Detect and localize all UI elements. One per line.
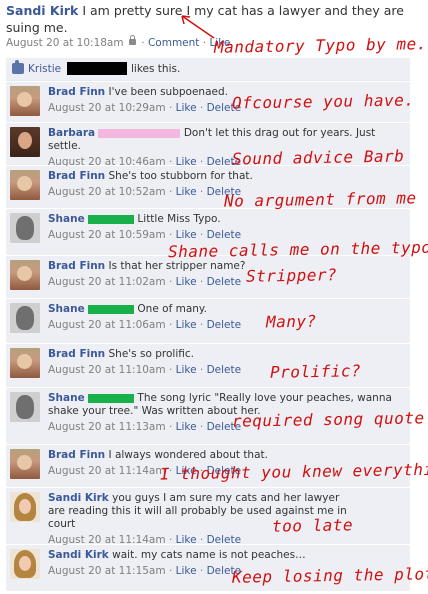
comment-text: Little Miss Typo.: [137, 213, 221, 225]
avatar[interactable]: [10, 127, 40, 157]
comment-timestamp: August 20 at 11:14am: [48, 465, 166, 477]
liker-link[interactable]: Kristie: [28, 63, 61, 75]
annotation-note: required song quote: [231, 408, 425, 431]
comment-text: wait. my cats name is not peaches…: [112, 549, 306, 561]
redaction-bar: [88, 393, 135, 403]
lock-icon: [128, 35, 136, 45]
comment-timestamp: August 20 at 10:52am: [48, 186, 166, 198]
annotation-note: Sound advice Barb: [231, 146, 405, 169]
redaction-bar: [67, 62, 127, 75]
comment-author-link[interactable]: Sandi Kirk: [48, 492, 109, 504]
avatar[interactable]: [10, 348, 40, 378]
likes-bar: Kristie likes this.: [6, 58, 410, 81]
comment-like-link[interactable]: Like: [176, 319, 197, 331]
avatar[interactable]: [10, 260, 40, 290]
annotation-note: Many?: [265, 311, 317, 332]
comment-delete-link[interactable]: Delete: [207, 319, 242, 331]
comment-text: She's too stubborn for that.: [108, 170, 253, 182]
comment-like-link[interactable]: Like: [176, 229, 197, 241]
likes-text: likes this.: [131, 63, 181, 75]
comment-author-link[interactable]: Brad Finn: [48, 348, 105, 360]
comment-item: Brad Finn Is that her stripper name? Aug…: [6, 256, 410, 299]
annotation-note: Keep losing the plot: [231, 564, 428, 587]
comment-timestamp: August 20 at 11:10am: [48, 364, 166, 376]
comment-text: I've been subpoenaed.: [108, 86, 228, 98]
annotation-note: Stripper?: [245, 265, 338, 286]
comment-timestamp: August 20 at 11:13am: [48, 421, 166, 433]
annotation-note: No argument from me: [223, 188, 417, 211]
redaction-bar: [88, 214, 135, 224]
comment-like-link[interactable]: Like: [176, 102, 197, 114]
comment-like-link[interactable]: Like: [176, 276, 197, 288]
comment-like-link[interactable]: Like: [176, 421, 197, 433]
comment-author-link[interactable]: Sandi Kirk: [48, 549, 109, 561]
redaction-bar: [98, 128, 181, 138]
avatar[interactable]: [10, 492, 40, 522]
comment-author-link[interactable]: Brad Finn: [48, 449, 105, 461]
comment-timestamp: August 20 at 11:06am: [48, 319, 166, 331]
comment-author-link[interactable]: Brad Finn: [48, 170, 105, 182]
comment-text: Is that her stripper name?: [108, 260, 246, 272]
annotation-note: Mandatory Typo by me.: [213, 34, 427, 57]
avatar[interactable]: [10, 549, 40, 579]
comment-item: Shane One of many. August 20 at 11:06am …: [6, 299, 410, 344]
annotation-note: Ofcourse you have.: [231, 90, 415, 113]
comment-author-link[interactable]: Brad Finn: [48, 86, 105, 98]
avatar[interactable]: [10, 213, 40, 243]
comment-author-link[interactable]: Shane: [48, 213, 85, 225]
post-timestamp: August 20 at 10:18am: [6, 37, 124, 49]
annotation-note: Prolific?: [269, 361, 362, 382]
comment-author-link[interactable]: Shane: [48, 392, 85, 404]
avatar[interactable]: [10, 303, 40, 333]
thumbs-up-icon: [12, 60, 24, 74]
comment-delete-link[interactable]: Delete: [207, 229, 242, 241]
comment-text: One of many.: [137, 303, 207, 315]
comment-like-link[interactable]: Like: [176, 364, 197, 376]
post-meta: August 20 at 10:18am · Comment · Like: [6, 35, 231, 49]
comment-author-link[interactable]: Shane: [48, 303, 85, 315]
comment-text: I always wondered about that.: [108, 449, 268, 461]
comment-link[interactable]: Comment: [148, 37, 199, 49]
comment-like-link[interactable]: Like: [176, 186, 197, 198]
avatar[interactable]: [10, 170, 40, 200]
avatar[interactable]: [10, 86, 40, 116]
comment-delete-link[interactable]: Delete: [207, 364, 242, 376]
annotation-note: too late: [271, 515, 354, 536]
comment-author-link[interactable]: Brad Finn: [48, 260, 105, 272]
comment-timestamp: August 20 at 11:02am: [48, 276, 166, 288]
comment-like-link[interactable]: Like: [176, 565, 197, 577]
comment-timestamp: August 20 at 10:29am: [48, 102, 166, 114]
redaction-bar: [88, 304, 135, 314]
comment-author-link[interactable]: Barbara: [48, 127, 95, 139]
comment-text: She's so prolific.: [108, 348, 194, 360]
comment-timestamp: August 20 at 11:15am: [48, 565, 166, 577]
avatar[interactable]: [10, 392, 40, 422]
comment-delete-link[interactable]: Delete: [207, 276, 242, 288]
comment-timestamp: August 20 at 10:59am: [48, 229, 166, 241]
avatar[interactable]: [10, 449, 40, 479]
post-author-link[interactable]: Sandi Kirk: [6, 3, 78, 18]
